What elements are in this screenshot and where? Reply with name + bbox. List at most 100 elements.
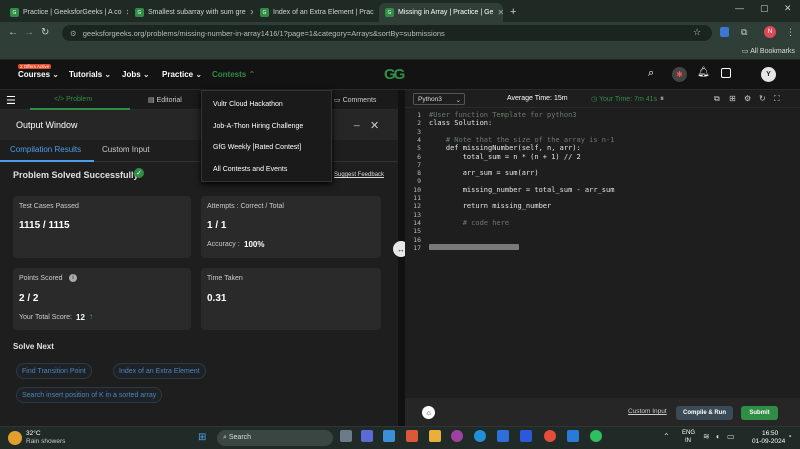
settings-icon[interactable]: ⚙ — [744, 94, 751, 103]
extensions-puzzle-icon[interactable]: ⧉ — [741, 27, 747, 38]
notification-bell-icon[interactable]: 🔔︎ — [697, 67, 710, 78]
panel-divider[interactable]: ↔ — [393, 90, 409, 426]
windows-start-icon[interactable]: ⊞ — [198, 432, 206, 443]
code-line: return missing_number — [429, 202, 552, 211]
fullscreen-icon[interactable]: ⛶ — [774, 94, 780, 104]
tab-custom-input[interactable]: Custom Input — [102, 145, 150, 154]
tab-problem[interactable]: </> Problem — [54, 96, 92, 103]
next-problem-link[interactable]: Search insert position of K in a sorted … — [16, 387, 163, 403]
all-bookmarks-link[interactable]: ▭ All Bookmarks — [742, 47, 795, 55]
browser-tab-1[interactable]: GPractice | GeeksforGeeks | A co✕ — [4, 3, 128, 22]
close-output-icon[interactable]: ✕ — [370, 119, 379, 132]
new-tab-button[interactable]: + — [510, 6, 516, 18]
browser-tab-2[interactable]: GSmallest subarray with sum gre✕ — [129, 3, 253, 22]
code-editor[interactable]: 1 #User function Template for python3 2 cla… — [405, 108, 800, 398]
chevron-down-icon: ⌄ — [104, 70, 112, 79]
region-indicator[interactable]: IN — [685, 438, 691, 444]
submit-button[interactable]: Submit — [741, 406, 778, 420]
nav-jobs[interactable]: Jobs ⌄ — [122, 70, 150, 79]
hamburger-menu-icon[interactable]: ☰ — [6, 94, 16, 107]
close-tab-icon[interactable]: ✕ — [250, 8, 253, 17]
app-icon[interactable] — [406, 430, 418, 442]
nav-contests[interactable]: Contests ⌃ — [212, 70, 255, 79]
add-file-icon[interactable]: ⊞ — [729, 94, 736, 103]
wifi-icon[interactable]: ≋ — [703, 432, 710, 441]
nav-tutorials[interactable]: Tutorials ⌄ — [69, 70, 111, 79]
close-window-icon[interactable]: ✕ — [784, 3, 792, 14]
info-icon[interactable]: i — [69, 274, 77, 282]
close-tab-icon[interactable]: ✕ — [497, 8, 503, 17]
app-icon[interactable] — [497, 430, 509, 442]
editor-scrollbar[interactable] — [429, 244, 519, 250]
custom-input-link[interactable]: Custom Input — [628, 408, 667, 415]
minimize-icon[interactable]: — — [735, 3, 744, 13]
bookmark-star-icon[interactable]: ☆ — [693, 27, 701, 38]
back-icon[interactable]: ← — [8, 27, 18, 38]
language-indicator[interactable]: ENG — [682, 430, 695, 436]
code-line: class Solution: — [429, 119, 493, 128]
nav-practice[interactable]: Practice ⌄ — [162, 70, 202, 79]
app-icon[interactable] — [451, 430, 463, 442]
taskbar-search[interactable]: ⌕ Search — [217, 430, 333, 446]
whatsapp-icon[interactable] — [590, 430, 602, 442]
app-icon[interactable] — [520, 430, 532, 442]
points-value: 2 / 2 — [19, 293, 39, 304]
weather-icon[interactable] — [8, 431, 22, 445]
url-field[interactable]: ⚙ geeksforgeeks.org/problems/missing-num… — [62, 25, 712, 41]
gfg-logo[interactable]: GG — [384, 66, 405, 83]
profile-avatar[interactable]: N — [764, 26, 776, 38]
language-select[interactable]: Python3 ⌄ — [413, 93, 465, 105]
gfg-coin-icon[interactable]: ✱ — [672, 67, 687, 82]
site-info-icon[interactable]: ⚙ — [70, 29, 77, 38]
browser-menu-icon[interactable]: ⋮ — [786, 27, 795, 38]
teams-icon[interactable] — [361, 430, 373, 442]
browser-tab-3[interactable]: GIndex of an Extra Element | Prac✕ — [254, 3, 378, 22]
dropdown-item[interactable]: All Contests and Events — [213, 166, 287, 173]
compile-run-button[interactable]: Compile & Run — [676, 406, 733, 420]
tab-editorial[interactable]: ▤ Editorial — [148, 96, 182, 104]
maximize-icon[interactable]: ▢ — [760, 3, 769, 14]
edge-icon[interactable] — [474, 430, 486, 442]
user-avatar[interactable]: Y — [761, 67, 776, 82]
copy-icon[interactable]: ⧉ — [714, 94, 720, 104]
close-tab-icon[interactable]: ✕ — [126, 8, 128, 17]
chrome-icon[interactable] — [544, 430, 556, 442]
volume-icon[interactable]: ◖ — [715, 432, 720, 441]
next-problem-link[interactable]: Find Transition Point — [16, 363, 92, 379]
app-icon[interactable] — [383, 430, 395, 442]
notification-icon[interactable]: ◔ — [787, 432, 792, 441]
task-view-icon[interactable] — [340, 430, 352, 442]
search-icon[interactable]: ⌕ — [648, 67, 654, 80]
dropdown-item[interactable]: GfG Weekly [Rated Contest] — [213, 144, 301, 151]
points-card: Points Scored i 2 / 2 Your Total Score: … — [13, 268, 191, 330]
next-problem-link[interactable]: Index of an Extra Element — [113, 363, 206, 379]
code-line: total_sum = n * (n + 1) // 2 — [429, 152, 581, 161]
suggest-feedback-link[interactable]: Suggest Feedback — [334, 172, 384, 178]
time-label: Time Taken — [207, 275, 243, 282]
windows-taskbar: 32°C Rain showers ⊞ ⌕ Search ⌃ ENG IN ≋ … — [0, 426, 800, 449]
file-explorer-icon[interactable] — [429, 430, 441, 442]
pause-icon[interactable]: ⏸ — [660, 94, 664, 104]
total-score-label: Your Total Score: — [19, 314, 72, 321]
lightbulb-icon[interactable]: ☼ — [422, 406, 435, 419]
tab-comments[interactable]: ▭ Comments — [334, 96, 376, 104]
battery-icon[interactable]: ▭ — [727, 432, 735, 441]
messages-icon[interactable] — [721, 68, 731, 78]
url-text: geeksforgeeks.org/problems/missing-numbe… — [82, 28, 445, 38]
line-number: 15 — [413, 227, 421, 236]
reset-icon[interactable]: ↻ — [759, 94, 766, 103]
vscode-icon[interactable] — [567, 430, 579, 442]
gfg-favicon: G — [260, 8, 269, 17]
tab-compilation-results[interactable]: Compilation Results — [10, 145, 81, 154]
minimize-output-icon[interactable]: _ — [354, 116, 360, 127]
average-time: Average Time: 15m — [507, 95, 568, 102]
dropdown-item[interactable]: Job-A-Thon Hiring Challenge — [213, 123, 303, 130]
dropdown-item[interactable]: Vultr Cloud Hackathon — [213, 101, 283, 108]
reload-icon[interactable]: ↻ — [41, 27, 49, 38]
chevron-up-icon[interactable]: ⌃ — [663, 432, 670, 441]
nav-courses[interactable]: Courses ⌄ — [18, 70, 59, 79]
gfg-favicon: G — [135, 8, 144, 17]
extension-icon[interactable] — [720, 27, 729, 37]
forward-icon[interactable]: → — [24, 27, 34, 38]
browser-tab-4[interactable]: G Missing in Array | Practice | Ge ✕ — [379, 3, 503, 22]
